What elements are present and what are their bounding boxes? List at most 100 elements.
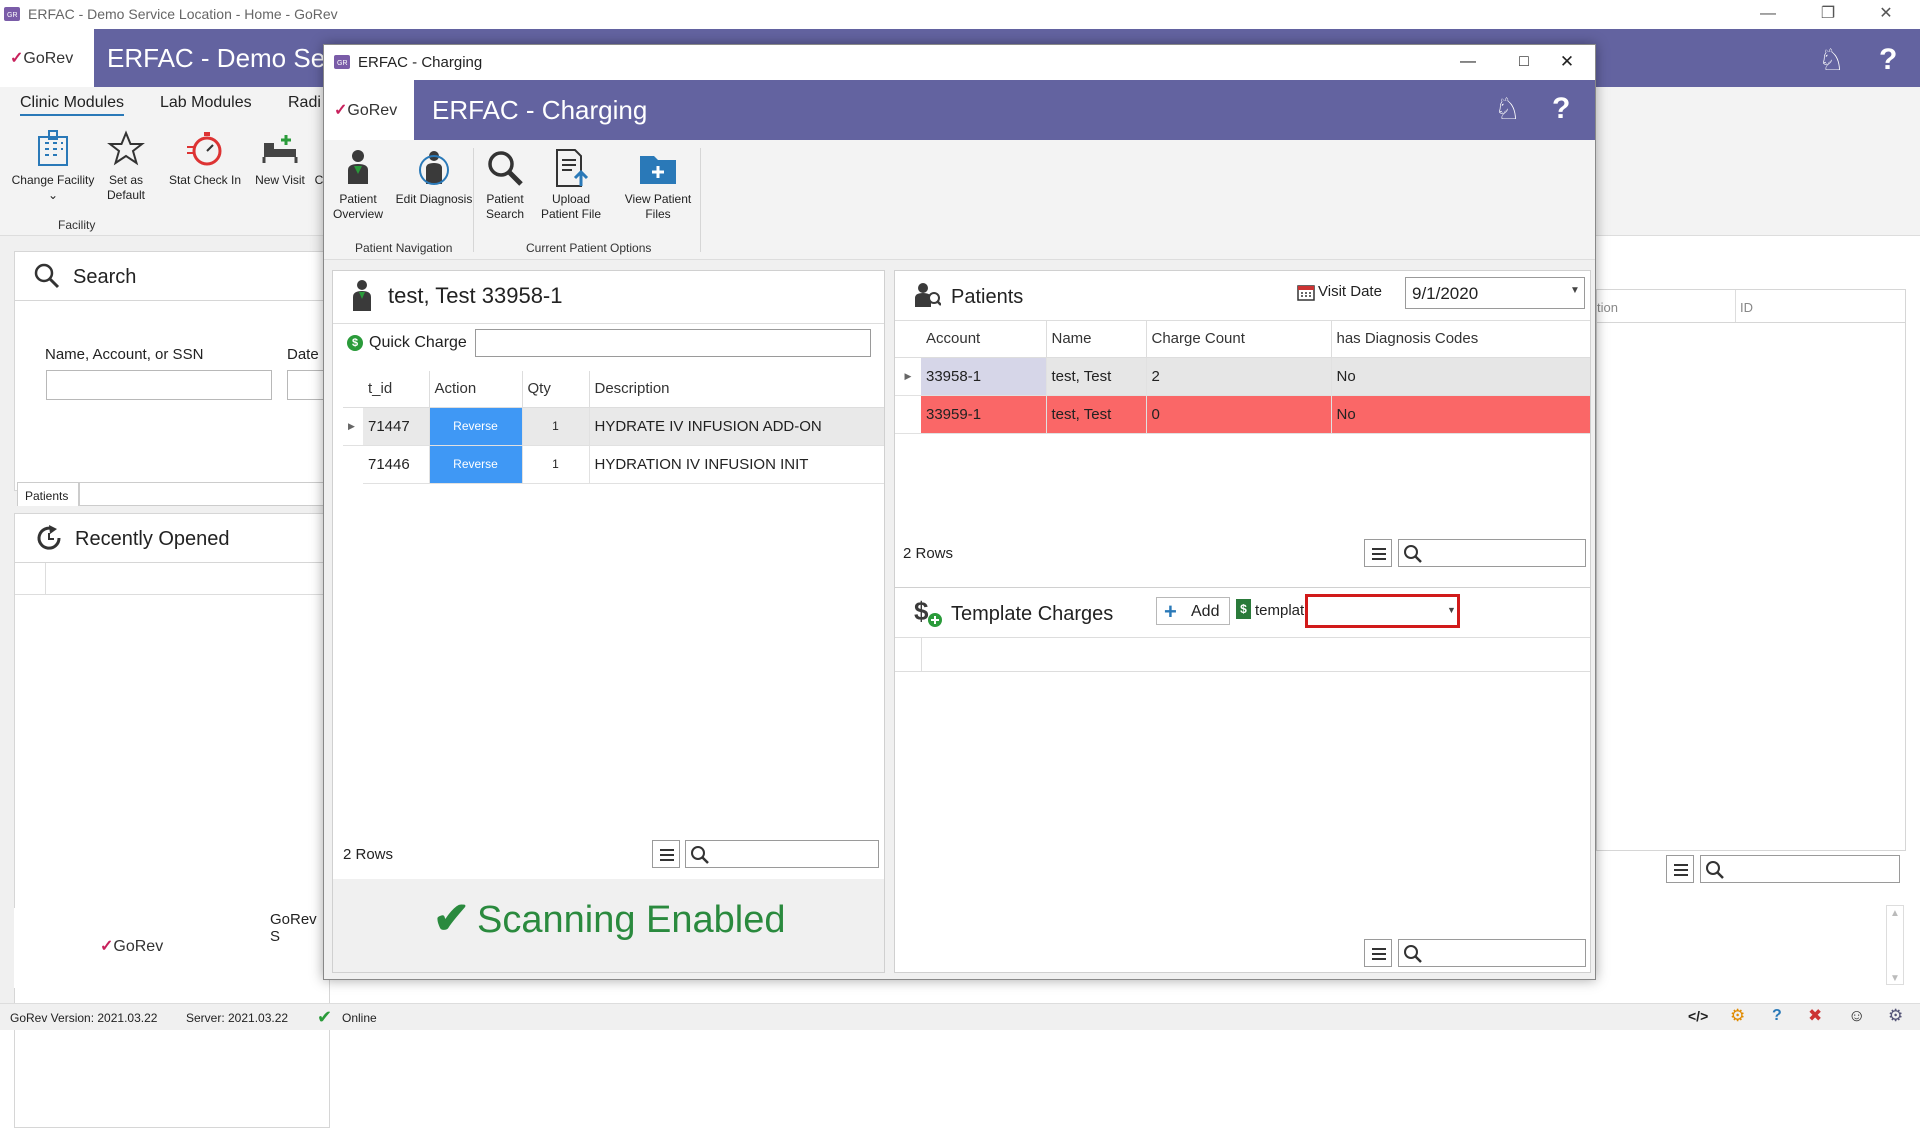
grid-menu-button[interactable] <box>652 840 680 868</box>
edit-diagnosis-label: Edit Diagnosis <box>395 192 473 206</box>
cell-has-diagnosis: No <box>1331 395 1590 434</box>
date-input[interactable] <box>287 370 327 400</box>
main-titlebar: GR ERFAC - Demo Service Location - Home … <box>0 0 1920 29</box>
user-icon[interactable]: ⚙ <box>1888 1006 1903 1026</box>
cell-charge-count: 2 <box>1146 357 1332 396</box>
tab-patients[interactable]: Patients <box>17 482 79 506</box>
cell-qty: 1 <box>522 407 590 446</box>
quick-charge-label: Quick Charge <box>369 334 467 351</box>
vertical-scrollbar[interactable]: ▲ ▼ <box>1886 905 1904 985</box>
reverse-button[interactable]: Reverse <box>429 445 523 484</box>
patients-row-count: 2 Rows <box>903 545 954 562</box>
svg-text:$: $ <box>914 596 929 626</box>
upload-patient-file-label: Upload Patient File <box>540 192 602 221</box>
svg-text:GR: GR <box>337 60 348 67</box>
grid-search-input[interactable] <box>1700 855 1900 883</box>
change-facility-button[interactable]: Change Facility ⌄ <box>8 129 98 203</box>
table-row[interactable]: 33959-1 test, Test 0 No <box>895 395 1590 434</box>
edit-diagnosis-button[interactable]: Edit Diagnosis <box>392 148 476 207</box>
code-icon[interactable]: </> <box>1688 1008 1708 1024</box>
template-charges-panel: $ Template Charges + Add $ templates ▼ <box>894 587 1591 973</box>
date-label: Date <box>287 346 319 363</box>
user-keys-icon[interactable]: ♘ <box>1818 43 1845 78</box>
add-label: Add <box>1191 603 1220 620</box>
minimize-button[interactable]: — <box>1740 0 1796 29</box>
grid-menu-button[interactable] <box>1364 539 1392 567</box>
gorev-logo-icon: ✓ <box>10 50 24 67</box>
table-row[interactable]: 71446 Reverse 1 HYDRATION IV INFUSION IN… <box>343 445 884 484</box>
restore-button[interactable]: ❐ <box>1800 0 1856 29</box>
grid-menu-button[interactable] <box>1364 939 1392 967</box>
set-default-button[interactable]: Set as Default <box>102 129 150 203</box>
gorev-logo-icon: ✓ <box>100 938 114 955</box>
tab-clinic-modules[interactable]: Clinic Modules <box>20 94 125 116</box>
recent-list <box>14 563 331 1128</box>
upload-patient-file-button[interactable]: Upload Patient File <box>536 148 606 222</box>
dialog-header: ✓GoRev ERFAC - Charging ♘ ? <box>324 80 1595 140</box>
search-card: Search <box>14 251 330 301</box>
col-has-diagnosis-codes[interactable]: has Diagnosis Codes <box>1331 321 1590 358</box>
change-facility-label: Change Facility <box>11 173 95 187</box>
new-visit-button[interactable]: New Visit <box>250 129 310 188</box>
grid-menu-button[interactable] <box>1666 855 1694 883</box>
cell-t-id: 71447 <box>363 407 430 446</box>
charges-row-count: 2 Rows <box>343 846 394 863</box>
patient-overview-label: Patient Overview <box>332 192 383 221</box>
help-icon[interactable]: ? <box>1772 1007 1782 1025</box>
col-action[interactable]: Action <box>429 371 523 408</box>
col-charge-count[interactable]: Charge Count <box>1146 321 1332 358</box>
col-account[interactable]: Account <box>921 321 1047 358</box>
chevron-down-icon[interactable]: ▼ <box>1570 285 1580 296</box>
search-form: Name, Account, or SSN Date <box>14 301 330 491</box>
support-icon[interactable]: ☺ <box>1848 1006 1865 1026</box>
patient-overview-button[interactable]: Patient Overview <box>328 148 388 222</box>
settings-icon[interactable]: ⚙ <box>1730 1006 1745 1026</box>
ribbon-separator <box>700 148 701 252</box>
view-patient-files-button[interactable]: View Patient Files <box>618 148 698 222</box>
help-icon[interactable]: ? <box>1552 92 1570 126</box>
add-template-button[interactable]: + Add <box>1156 597 1230 625</box>
charges-search-input[interactable] <box>685 840 879 868</box>
reverse-button[interactable]: Reverse <box>429 407 523 446</box>
patient-header: test, Test 33958-1 <box>388 283 563 308</box>
templates-dropdown[interactable]: ▼ <box>1305 594 1460 628</box>
patients-search-input[interactable] <box>1398 539 1586 567</box>
name-account-ssn-input[interactable] <box>46 370 272 400</box>
template-grid-header <box>895 638 1590 672</box>
patients-grid: Account Name Charge Count has Diagnosis … <box>895 321 1590 434</box>
tools-icon[interactable]: ✖ <box>1808 1006 1822 1026</box>
row-selected-icon: ▶ <box>895 357 921 396</box>
cell-description: HYDRATE IV INFUSION ADD-ON <box>589 407 884 446</box>
col-name[interactable]: Name <box>1046 321 1147 358</box>
col-qty[interactable]: Qty <box>522 371 590 408</box>
table-row[interactable]: ▶ 71447 Reverse 1 HYDRATE IV INFUSION AD… <box>343 407 884 446</box>
dialog-minimize-button[interactable]: — <box>1440 47 1496 78</box>
user-keys-icon[interactable]: ♘ <box>1494 92 1521 127</box>
dollar-add-icon: $ <box>914 596 942 627</box>
template-search-input[interactable] <box>1398 939 1586 967</box>
help-icon[interactable]: ? <box>1879 43 1897 77</box>
new-visit-label: New Visit <box>255 173 305 187</box>
table-row[interactable]: ▶ 33958-1 test, Test 2 No <box>895 357 1590 396</box>
quick-charge-input[interactable] <box>475 329 871 357</box>
close-button[interactable]: ✕ <box>1858 0 1914 29</box>
facility-icon <box>38 130 68 166</box>
plus-icon: + <box>1164 599 1177 624</box>
tab-lab-modules[interactable]: Lab Modules <box>160 94 252 112</box>
tab-radiology[interactable]: Radi <box>288 94 321 112</box>
dialog-titlebar: GR ERFAC - Charging — □ ✕ <box>324 45 1595 80</box>
visit-date-picker[interactable]: 9/1/2020 ▼ <box>1405 277 1585 309</box>
name-account-ssn-label: Name, Account, or SSN <box>45 346 204 363</box>
main-app-title: ERFAC - Demo Serv <box>107 43 347 73</box>
col-t-id[interactable]: t_id <box>363 371 430 408</box>
search-icon <box>1404 945 1422 963</box>
dialog-close-button[interactable]: ✕ <box>1539 47 1595 78</box>
col-description[interactable]: Description <box>589 371 884 408</box>
main-logo: ✓GoRev <box>0 29 94 87</box>
patient-search-button[interactable]: Patient Search <box>482 148 528 222</box>
dialog-logo-text: GoRev <box>347 102 398 119</box>
dialog-title: ERFAC - Charging <box>358 54 483 71</box>
chevron-down-icon[interactable]: ▼ <box>1447 605 1456 615</box>
row-indicator <box>343 445 363 483</box>
stat-check-in-button[interactable]: Stat Check In <box>164 129 246 188</box>
